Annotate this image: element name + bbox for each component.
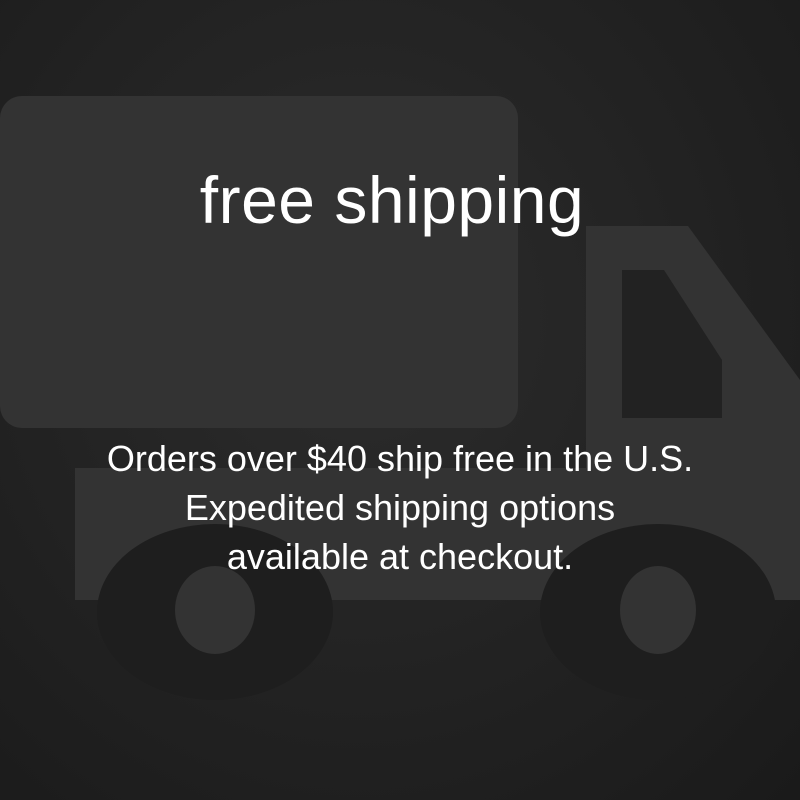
shipping-details: Orders over $40 ship free in the U.S. Ex… — [0, 434, 800, 581]
promo-graphic: free shipping Orders over $40 ship free … — [0, 0, 800, 800]
details-line-1: Orders over $40 ship free in the U.S. — [106, 438, 694, 479]
headline: free shipping — [199, 163, 585, 237]
details-line-2: Expedited shipping options — [184, 487, 616, 528]
truck-icon — [0, 96, 800, 700]
details-line-3: available at checkout. — [226, 536, 574, 577]
